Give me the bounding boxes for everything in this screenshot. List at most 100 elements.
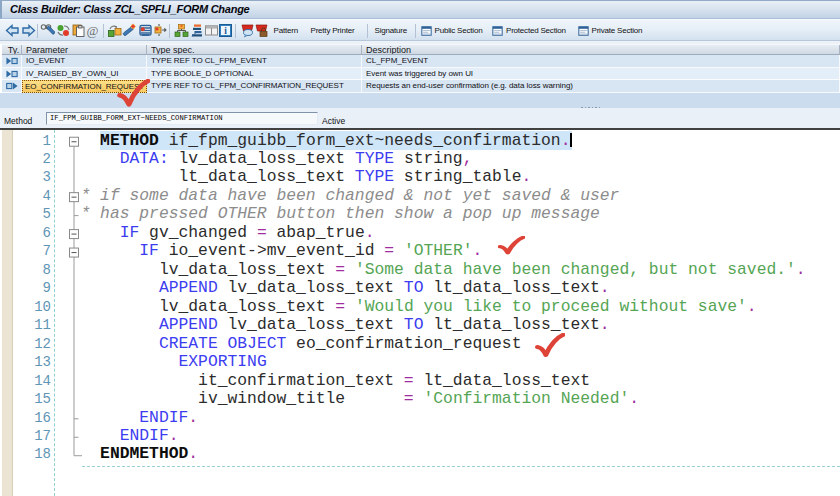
code-token: lv_data_loss_text [81, 297, 336, 316]
code-token [345, 297, 355, 316]
code-token [81, 149, 120, 168]
display-change-icon[interactable] [40, 23, 55, 38]
title-bar: Class Builder: Class ZCL_SPFLI_FORM Chan… [0, 0, 840, 19]
code-line[interactable]: DATA: lv_data_loss_text TYPE string, [0, 150, 840, 168]
pattern-wand-icon[interactable] [122, 23, 137, 38]
parameter-name-cell[interactable]: EO_CONFIRMATION_REQUEST [22, 80, 147, 93]
copy-icon[interactable] [71, 23, 86, 38]
where-used-icon[interactable] [152, 23, 167, 38]
method-name-input[interactable]: IF_FPM_GUIBB_FORM_EXT~NEEDS_CONFIRMATION [46, 112, 318, 125]
type-spec-cell[interactable]: TYPE BOOLE_D OPTIONAL [147, 68, 362, 81]
description-cell[interactable]: Event was triggered by own UI [362, 68, 840, 81]
code-line[interactable]: EXPORTING [0, 353, 840, 371]
pretty-printer-button[interactable]: Pretty Printer [311, 23, 355, 38]
code-token: . [521, 167, 531, 186]
description-cell[interactable]: Requests an end-user confirmation (e.g. … [362, 80, 840, 93]
code-token: * has pressed OTHER button then show a p… [81, 204, 600, 223]
refresh-icon[interactable] [56, 23, 71, 38]
toolbar-separator [367, 24, 368, 38]
code-line[interactable]: * has pressed OTHER button then show a p… [0, 205, 840, 223]
svg-text:i: i [224, 26, 227, 36]
code-token: 'Some data have been changed, but not sa… [355, 260, 796, 279]
code-line[interactable]: APPEND lv_data_loss_text TO lt_data_loss… [0, 316, 840, 334]
code-token: lv_data_loss_text [218, 315, 404, 334]
table-row[interactable]: IO_EVENTTYPE REF TO CL_FPM_EVENTCL_FPM_E… [2, 55, 840, 68]
code-line[interactable]: ENDMETHOD. [0, 445, 840, 463]
code-line[interactable]: CREATE OBJECT eo_confirmation_request [0, 335, 840, 353]
toolbar: @ i Pattern Pretty Printer Signature Public S… [0, 19, 840, 41]
type-spec-cell[interactable]: TYPE REF TO CL_FPM_CONFIRMATION_REQUEST [147, 80, 362, 93]
protected-section-button[interactable]: Protected Section [492, 23, 566, 38]
test-icon[interactable] [107, 23, 122, 38]
parameter-name-cell[interactable]: IV_RAISED_BY_OWN_UI [22, 68, 147, 81]
toolbar-separator [37, 24, 38, 38]
code-line[interactable]: ENDIF. [0, 427, 840, 445]
section-icon [492, 25, 503, 37]
toolbar-separator [103, 24, 104, 38]
code-token: TO [404, 315, 424, 334]
code-line[interactable]: IF io_event->mv_event_id = 'OTHER'. [0, 242, 840, 260]
code-line[interactable]: METHOD if_fpm_guibb_form_ext~needs_confi… [0, 132, 840, 150]
code-token: = [335, 297, 345, 316]
column-header-type-spec[interactable]: Type spec. [147, 45, 362, 54]
code-line[interactable]: * if some data have been changed & not y… [0, 187, 840, 205]
text-cursor [570, 133, 572, 147]
toolbar-button-label: Protected Section [506, 23, 566, 38]
code-token: 'Confirmation Needed' [423, 389, 629, 408]
code-line[interactable]: ENDIF. [0, 409, 840, 427]
code-line[interactable]: IF gv_changed = abap_true. [0, 224, 840, 242]
code-token: APPEND [159, 315, 218, 334]
code-token: ENDIF [120, 426, 169, 445]
code-token: lv_data_loss_text [81, 260, 336, 279]
code-line[interactable]: lv_data_loss_text = 'Some data have been… [0, 261, 840, 279]
parameter-name-cell[interactable]: IO_EVENT [22, 55, 147, 68]
code-line[interactable]: APPEND lv_data_loss_text TO lt_data_loss… [0, 279, 840, 297]
code-token: if_fpm_guibb_form_ext~needs_confirmation [159, 131, 561, 150]
signature-button[interactable]: Signature [375, 23, 407, 38]
navigation-stack-icon[interactable] [190, 23, 205, 38]
table-row[interactable]: EO_CONFIRMATION_REQUESTTYPE REF TO CL_FP… [2, 80, 840, 93]
type-spec-cell[interactable]: TYPE REF TO CL_FPM_EVENT [147, 55, 362, 68]
code-token: METHOD [100, 131, 159, 150]
code-token: APPEND [159, 278, 218, 297]
code-line[interactable]: lt_data_loss_text TYPE string_table. [0, 168, 840, 186]
code-line[interactable]: it_confirmation_text = lt_data_loss_text [0, 372, 840, 390]
code-token [81, 315, 159, 334]
code-token: DATA: [120, 149, 169, 168]
exporting-parameter-icon [2, 80, 22, 93]
code-editor[interactable]: 123456789101112131415161718 METHOD if_fp… [0, 130, 840, 496]
toolbar-button-label: Public Section [435, 23, 483, 38]
private-section-button[interactable]: Private Section [578, 23, 643, 38]
section-icon [421, 25, 432, 37]
code-token [81, 334, 159, 353]
code-token: . [561, 131, 571, 150]
object-list-icon[interactable] [174, 23, 189, 38]
public-section-button[interactable]: Public Section [421, 23, 483, 38]
code-token: iv_window_title [81, 389, 404, 408]
toolbar-button-label: Pretty Printer [311, 23, 355, 38]
code-line[interactable]: iv_window_title = 'Confirmation Needed'. [0, 390, 840, 408]
method-status: Active [322, 116, 345, 126]
code-token: it_confirmation_text [81, 371, 404, 390]
column-header-ty[interactable]: Ty. [2, 45, 22, 54]
code-token: . [473, 241, 483, 260]
description-cell[interactable]: CL_FPM_EVENT [362, 55, 840, 68]
code-token [414, 389, 424, 408]
code-token: . [796, 260, 806, 279]
table-row[interactable]: IV_RAISED_BY_OWN_UITYPE BOOLE_D OPTIONAL… [2, 68, 840, 81]
info-icon[interactable]: i [218, 23, 233, 38]
forward-arrow-icon[interactable] [21, 23, 36, 38]
code-token [81, 408, 140, 427]
at-spiral-icon[interactable]: @ [85, 23, 100, 38]
back-arrow-icon[interactable] [5, 23, 20, 38]
syntax-check-icon[interactable] [138, 23, 153, 38]
column-header-description[interactable]: Description [362, 45, 840, 54]
column-header-parameter[interactable]: Parameter [22, 45, 147, 54]
pattern-button[interactable]: Pattern [274, 23, 298, 38]
code-line[interactable]: lv_data_loss_text = 'Would you like to p… [0, 298, 840, 316]
code-token: string_table [394, 167, 521, 186]
message-lock-icon[interactable] [254, 23, 269, 38]
code-token: lv_data_loss_text [169, 149, 355, 168]
code-token: abap_true [267, 223, 365, 242]
code-token: . [600, 315, 610, 334]
